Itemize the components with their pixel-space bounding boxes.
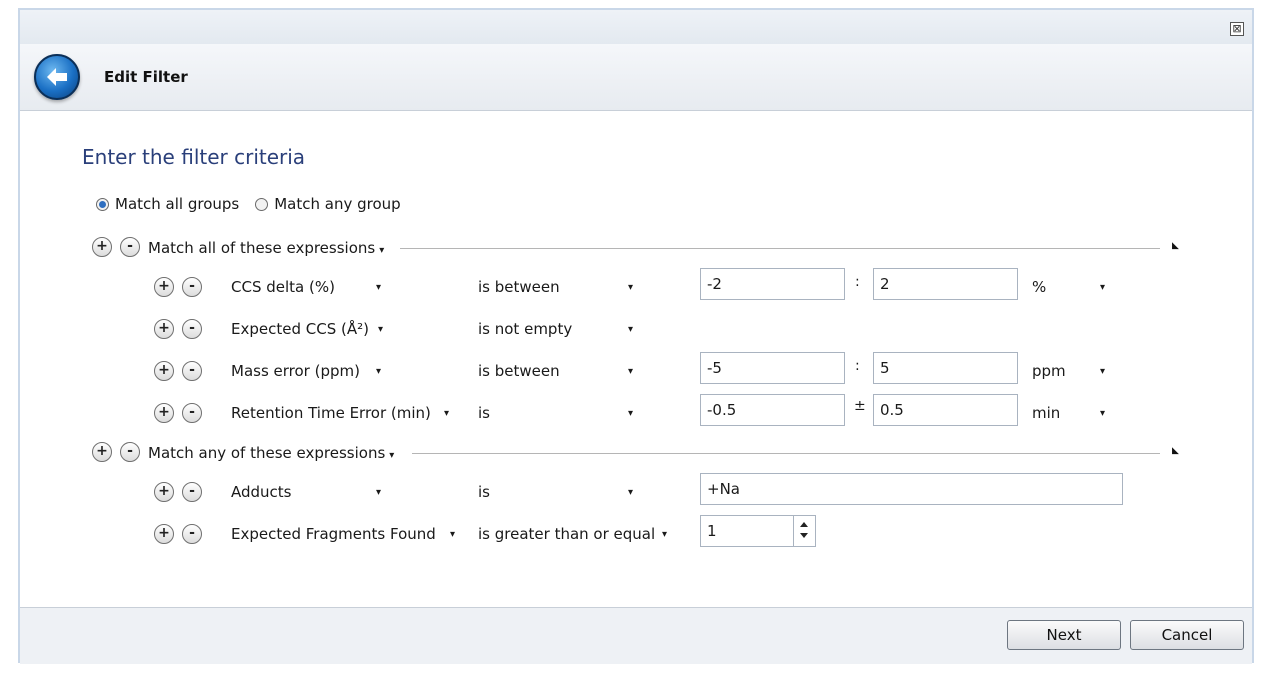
add-row-button[interactable]: + (154, 319, 174, 339)
close-icon[interactable]: ⊠ (1230, 22, 1244, 36)
divider (412, 453, 1160, 454)
remove-group-button[interactable]: - (120, 442, 140, 462)
chevron-down-icon[interactable]: ▾ (628, 282, 633, 293)
chevron-down-icon[interactable]: ▾ (628, 366, 633, 377)
remove-row-button[interactable]: - (182, 277, 202, 297)
chevron-down-icon[interactable]: ▾ (379, 245, 384, 256)
tolerance-input[interactable]: 0.5 (873, 394, 1018, 426)
dialog-window: ⊠ Edit Filter Enter the filter criteria … (18, 8, 1254, 664)
chevron-down-icon[interactable]: ▾ (389, 450, 394, 461)
operator-select[interactable]: is between (478, 278, 560, 296)
fragments-count-input[interactable]: 1 (700, 515, 816, 547)
unit-select[interactable]: min (1032, 404, 1060, 422)
chevron-down-icon[interactable]: ▾ (1100, 366, 1105, 377)
max-value-input[interactable]: 5 (873, 352, 1018, 384)
divider (400, 248, 1160, 249)
radio-match-all-groups[interactable] (96, 197, 109, 211)
add-row-button[interactable]: + (154, 524, 174, 544)
chevron-down-icon[interactable]: ▾ (1100, 282, 1105, 293)
unit-select[interactable]: % (1032, 278, 1046, 296)
chevron-down-icon[interactable]: ▾ (376, 366, 381, 377)
operator-select[interactable]: is not empty (478, 320, 572, 338)
remove-row-button[interactable]: - (182, 361, 202, 381)
add-row-button[interactable]: + (154, 403, 174, 423)
page-title: Edit Filter (104, 68, 188, 86)
min-value-input[interactable]: -5 (700, 352, 845, 384)
tolerance-separator: ± (854, 398, 866, 414)
chevron-down-icon[interactable]: ▾ (628, 324, 633, 335)
chevron-down-icon[interactable]: ▾ (376, 487, 381, 498)
chevron-down-icon[interactable]: ▾ (444, 408, 449, 419)
group-label-any[interactable]: Match any of these expressions ▾ (148, 444, 394, 462)
field-select[interactable]: Retention Time Error (min) (231, 404, 431, 422)
operator-select[interactable]: is greater than or equal (478, 525, 655, 543)
unit-select[interactable]: ppm (1032, 362, 1066, 380)
max-value-input[interactable]: 2 (873, 268, 1018, 300)
field-select[interactable]: Adducts (231, 483, 292, 501)
radio-label-match-any[interactable]: Match any group (274, 195, 400, 213)
fragments-count-value: 1 (707, 522, 717, 540)
quantity-stepper[interactable] (793, 515, 815, 547)
min-value-input[interactable]: -2 (700, 268, 845, 300)
collapse-corner-icon[interactable]: ◣ (1172, 241, 1179, 251)
range-separator: : (855, 274, 860, 290)
cancel-button[interactable]: Cancel (1130, 620, 1244, 650)
range-separator: : (855, 358, 860, 374)
chevron-down-icon[interactable]: ▾ (450, 529, 455, 540)
chevron-down-icon[interactable]: ▾ (376, 282, 381, 293)
operator-select[interactable]: is (478, 404, 490, 422)
operator-select[interactable]: is between (478, 362, 560, 380)
remove-row-button[interactable]: - (182, 482, 202, 502)
value-input[interactable]: -0.5 (700, 394, 845, 426)
add-group-button[interactable]: + (92, 442, 112, 462)
group-label-text: Match all of these expressions (148, 239, 376, 257)
back-arrow-icon[interactable] (34, 54, 80, 100)
match-mode-group: Match all groups Match any group (96, 195, 417, 213)
title-bar: ⊠ (20, 10, 1252, 44)
section-title: Enter the filter criteria (82, 145, 306, 169)
field-select[interactable]: CCS delta (%) (231, 278, 335, 296)
dialog-header: Edit Filter (20, 44, 1252, 111)
field-select[interactable]: Expected Fragments Found (231, 525, 436, 543)
add-group-button[interactable]: + (92, 237, 112, 257)
radio-label-match-all[interactable]: Match all groups (115, 195, 239, 213)
add-row-button[interactable]: + (154, 482, 174, 502)
chevron-down-icon[interactable]: ▾ (378, 324, 383, 335)
remove-row-button[interactable]: - (182, 524, 202, 544)
group-label-text: Match any of these expressions (148, 444, 386, 462)
chevron-down-icon[interactable]: ▾ (628, 408, 633, 419)
remove-group-button[interactable]: - (120, 237, 140, 257)
chevron-down-icon[interactable]: ▾ (662, 529, 667, 540)
chevron-down-icon[interactable]: ▾ (1100, 408, 1105, 419)
operator-select[interactable]: is (478, 483, 490, 501)
dialog-footer: Next Cancel (20, 607, 1252, 664)
field-select[interactable]: Mass error (ppm) (231, 362, 360, 380)
next-button[interactable]: Next (1007, 620, 1121, 650)
adduct-value-input[interactable]: +Na (700, 473, 1123, 505)
remove-row-button[interactable]: - (182, 403, 202, 423)
stepper-up-icon[interactable] (800, 522, 808, 527)
filter-content: Enter the filter criteria Match all grou… (20, 111, 1252, 607)
remove-row-button[interactable]: - (182, 319, 202, 339)
chevron-down-icon[interactable]: ▾ (628, 487, 633, 498)
field-select[interactable]: Expected CCS (Å²) (231, 320, 369, 338)
radio-match-any-group[interactable] (255, 197, 269, 211)
add-row-button[interactable]: + (154, 277, 174, 297)
collapse-corner-icon[interactable]: ◣ (1172, 446, 1179, 456)
stepper-down-icon[interactable] (800, 533, 808, 538)
add-row-button[interactable]: + (154, 361, 174, 381)
group-label-all[interactable]: Match all of these expressions ▾ (148, 239, 384, 257)
